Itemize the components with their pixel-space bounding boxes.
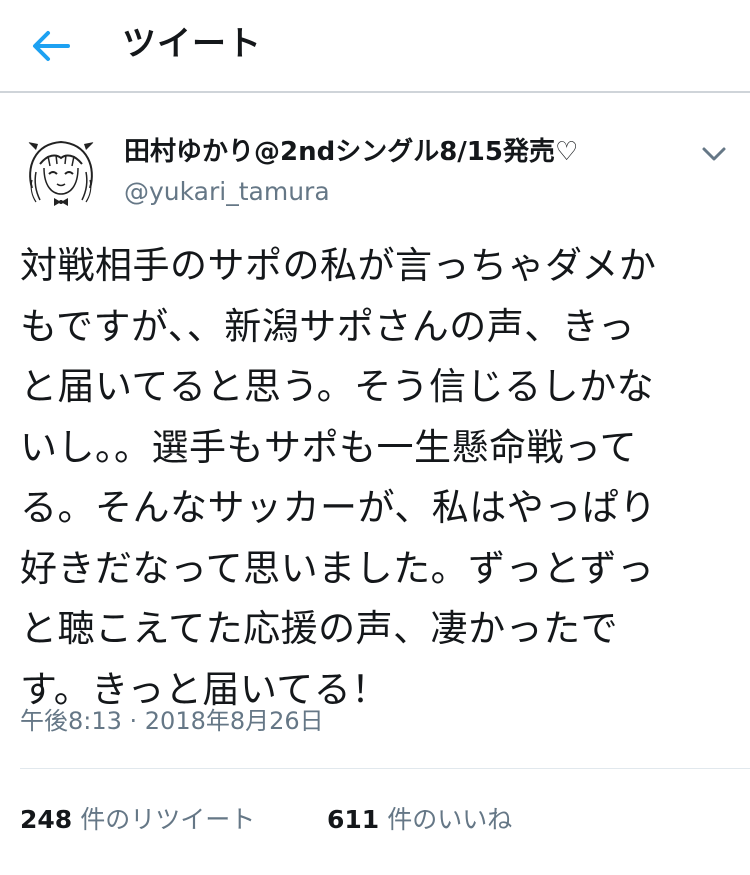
page-title: ツイート [122, 24, 262, 64]
top-bar: ツイート [0, 0, 750, 93]
back-button[interactable] [26, 22, 78, 70]
tweet-text: 対戦相手のサポの私が言っちゃダメか もですが、、新潟サポさんの声、きっ と届いて… [20, 244, 657, 711]
back-arrow-icon [33, 31, 70, 61]
author-display-name[interactable]: 田村ゆかり@2ndシングル8/15発売♡ [124, 135, 578, 169]
divider [20, 768, 750, 769]
chevron-down-icon [702, 147, 726, 161]
retweet-count: 248 [20, 805, 73, 834]
tweet-timestamp[interactable]: 午後8:13 · 2018年8月26日 [20, 704, 324, 738]
tweet-menu-button[interactable] [694, 138, 734, 170]
avatar[interactable] [18, 128, 104, 214]
author-username[interactable]: @yukari_tamura [124, 175, 330, 209]
avatar-illustration [19, 129, 103, 213]
retweet-label: 件のリツイート [80, 805, 256, 834]
like-count-link[interactable]: 611 件のいいね [327, 803, 512, 837]
retweet-count-link[interactable]: 248 件のリツイート [20, 803, 255, 837]
like-label: 件のいいね [387, 805, 513, 834]
like-count: 611 [327, 805, 380, 834]
